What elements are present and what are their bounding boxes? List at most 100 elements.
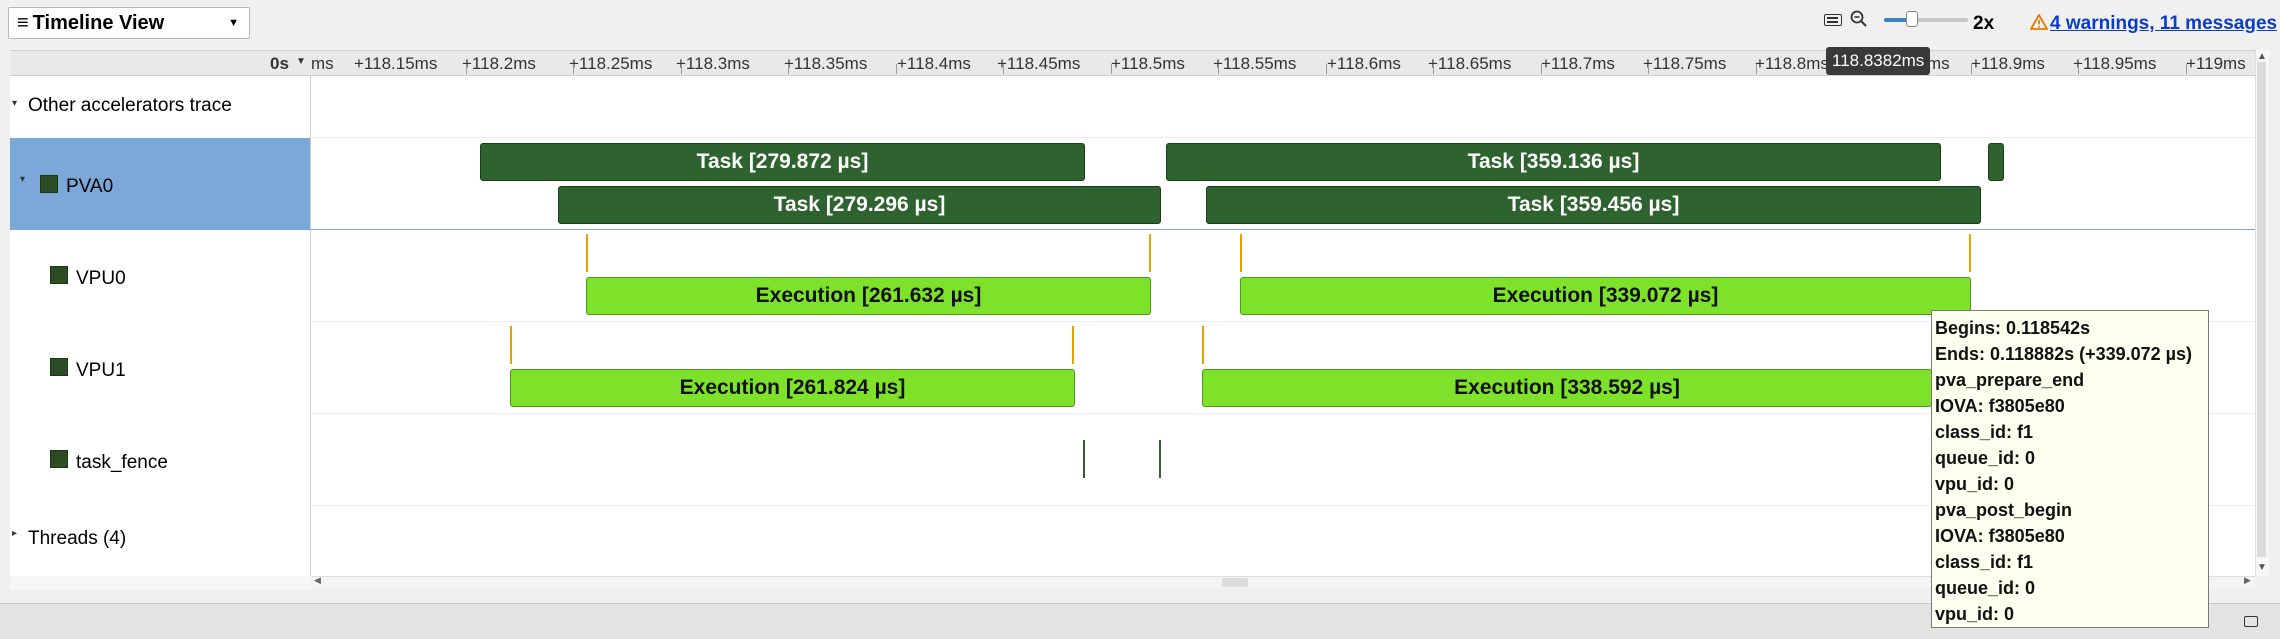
ruler-tick	[1971, 64, 1972, 74]
scroll-right-arrow-icon[interactable]: ▶	[2244, 575, 2251, 586]
ruler-tick-label: +118.8ms	[1755, 54, 1829, 73]
ruler-tick-label: +118.3ms	[676, 54, 750, 73]
event-marker[interactable]	[510, 326, 512, 364]
vpu1-execution-bar[interactable]: Execution [338.592 µs]	[1202, 369, 1932, 407]
tree-row-vpu1[interactable]: VPU1	[10, 322, 310, 413]
chevron-down-icon[interactable]: ▼	[296, 56, 306, 67]
tooltip-line: pva_prepare_end	[1935, 370, 2085, 390]
tree-row-pva0[interactable]: ▾ PVA0	[10, 138, 310, 229]
tree-row-vpu0[interactable]: VPU0	[10, 230, 310, 321]
event-marker[interactable]	[1072, 326, 1074, 364]
ruler-tick-label: +118.95ms	[2073, 54, 2157, 73]
vpu0-execution-bar[interactable]: Execution [261.632 µs]	[586, 277, 1151, 315]
tree-row-label: VPU1	[76, 360, 126, 381]
ruler-tick-label: +118.55ms	[1213, 54, 1297, 73]
tooltip-line: IOVA: f3805e80	[1935, 526, 2065, 546]
keyboard-icon[interactable]	[1824, 14, 1842, 26]
event-marker[interactable]	[1969, 234, 1971, 272]
tree-row-label: VPU0	[76, 268, 126, 289]
ruler-tick-label: +118.45ms	[997, 54, 1081, 73]
ruler-tick-label: ms	[1927, 54, 1950, 73]
ruler-tick	[573, 64, 574, 74]
event-marker[interactable]	[1240, 234, 1242, 272]
tooltip-line: vpu_id: 0	[1935, 604, 2015, 624]
tooltip-line: IOVA: f3805e80	[1935, 396, 2065, 416]
ruler-tick-label: +118.65ms	[1428, 54, 1512, 73]
menu-icon: ≡	[17, 12, 29, 34]
ruler-tick-label: +118.35ms	[784, 54, 868, 73]
pva0-task-bar[interactable]	[1988, 143, 2004, 181]
tree-row-label: Threads (4)	[28, 528, 127, 549]
zoom-out-icon[interactable]	[1850, 10, 1868, 30]
event-tooltip: Begins: 0.118542s Ends: 0.118882s (+339.…	[1931, 310, 2209, 628]
ruler-tick-label: +118.15ms	[354, 54, 438, 73]
ruler-tick-label: +118.9ms	[1971, 54, 2045, 73]
color-swatch	[50, 450, 68, 468]
tree-row-threads[interactable]: ▸ Threads (4)	[10, 506, 310, 576]
ruler-tick	[1326, 64, 1327, 74]
vpu0-execution-bar[interactable]: Execution [339.072 µs]	[1240, 277, 1971, 315]
tooltip-line: Ends: 0.118882s (+339.072 µs)	[1935, 344, 2193, 364]
pva0-task-bar[interactable]: Task [359.456 µs]	[1206, 186, 1981, 224]
color-swatch	[40, 175, 58, 193]
tooltip-line: vpu_id: 0	[1935, 474, 2015, 494]
ruler-tick	[681, 64, 682, 74]
pva0-task-bar[interactable]: Task [279.872 µs]	[480, 143, 1085, 181]
pva0-task-bar[interactable]: Task [359.136 µs]	[1166, 143, 1941, 181]
pva0-task-bar[interactable]: Task [279.296 µs]	[558, 186, 1161, 224]
expand-arrow-icon[interactable]: ▸	[12, 528, 17, 539]
tooltip-line: queue_id: 0	[1935, 448, 2036, 468]
fence-marker[interactable]	[1159, 440, 1161, 478]
vertical-scrollbar-thumb[interactable]	[2257, 62, 2266, 557]
ruler-tick-label: +118.7ms	[1541, 54, 1615, 73]
ruler-tick	[896, 64, 897, 74]
ruler-tick	[1756, 64, 1757, 74]
ruler-tick	[1003, 64, 1004, 74]
tree-row-label: task_fence	[76, 452, 168, 473]
event-marker[interactable]	[1202, 326, 1204, 364]
tree-row-task-fence[interactable]: task_fence	[10, 414, 310, 505]
tree-panel-footer	[10, 576, 311, 590]
tooltip-line: class_id: f1	[1935, 552, 2034, 572]
ruler-tick	[466, 64, 467, 74]
ruler-tick	[2078, 64, 2079, 74]
scroll-left-arrow-icon[interactable]: ◀	[314, 575, 321, 586]
event-marker[interactable]	[1149, 234, 1151, 272]
ruler-tick	[1541, 64, 1542, 74]
toolbar	[0, 0, 2280, 50]
ruler-tick	[1218, 64, 1219, 74]
scroll-down-arrow-icon[interactable]: ▼	[2257, 562, 2267, 573]
ruler-tick-label: +118.6ms	[1327, 54, 1401, 73]
chevron-down-icon: ▼	[228, 17, 239, 29]
ruler-tick-label: ms	[311, 54, 334, 73]
collapse-arrow-icon[interactable]: ▾	[20, 174, 25, 185]
tree-row-label: PVA0	[66, 176, 114, 197]
ruler-tick-label: +118.4ms	[897, 54, 971, 73]
ruler-tick-label: +118.25ms	[569, 54, 653, 73]
ruler-origin-label[interactable]: 0s	[270, 54, 289, 74]
tree-row-label: Other accelerators trace	[28, 95, 232, 116]
tooltip-line: queue_id: 0	[1935, 578, 2036, 598]
feedback-icon[interactable]	[2244, 616, 2258, 627]
scroll-up-arrow-icon[interactable]: ▲	[2257, 51, 2267, 62]
warnings-messages-link[interactable]: 4 warnings, 11 messages	[2050, 13, 2277, 35]
horizontal-scrollbar-thumb[interactable]	[1222, 578, 1248, 587]
event-marker[interactable]	[586, 234, 588, 272]
vpu1-execution-bar[interactable]: Execution [261.824 µs]	[510, 369, 1075, 407]
collapse-arrow-icon[interactable]: ▾	[12, 98, 17, 109]
tooltip-line: pva_post_begin	[1935, 500, 2073, 520]
color-swatch	[50, 358, 68, 376]
tree-row-other-accelerators[interactable]: ▾ Other accelerators trace	[10, 76, 310, 138]
cursor-time-label: 118.8382ms	[1826, 47, 1931, 75]
ruler-tick	[1648, 64, 1649, 74]
view-selector-label: Timeline View	[32, 12, 165, 34]
selected-row-underline	[10, 229, 2255, 230]
zoom-level-label: 2x	[1973, 13, 1995, 34]
ruler-tick-label: +119ms	[2186, 54, 2246, 73]
view-selector-dropdown[interactable]: ≡ Timeline View ▼	[8, 7, 250, 39]
zoom-slider-thumb[interactable]	[1906, 11, 1918, 27]
tooltip-line: Begins: 0.118542s	[1935, 318, 2091, 338]
row-divider	[311, 137, 2255, 138]
ruler-tick-label: +118.2ms	[462, 54, 536, 73]
fence-marker[interactable]	[1083, 440, 1085, 478]
